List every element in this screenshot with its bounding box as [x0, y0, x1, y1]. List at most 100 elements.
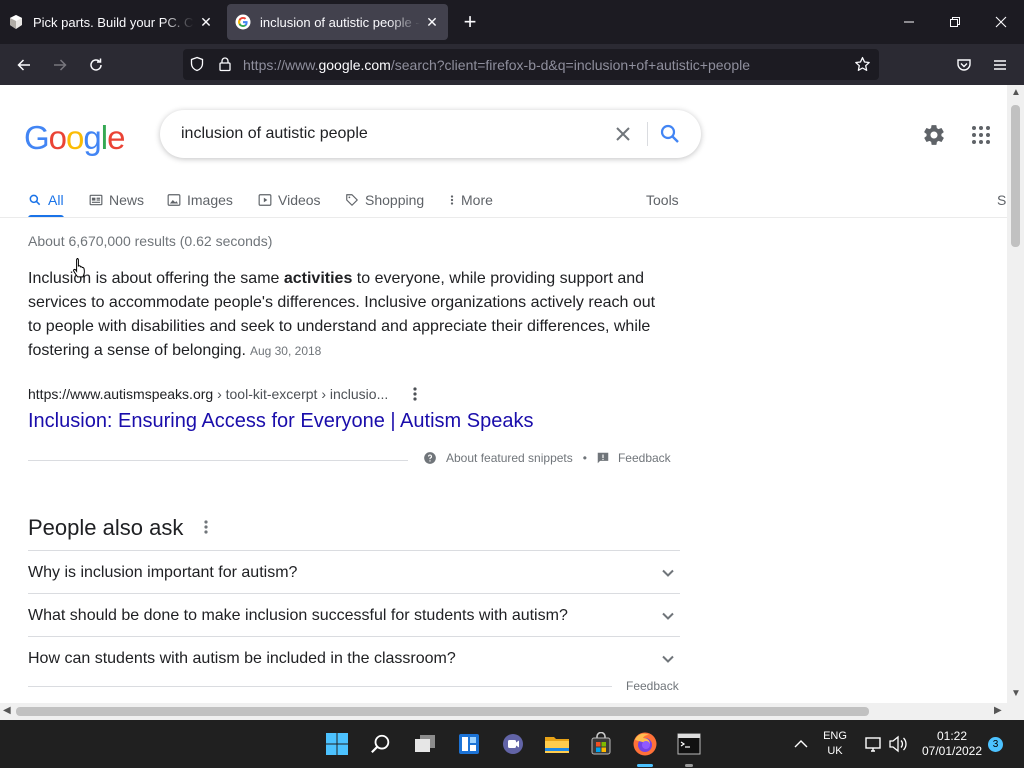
apps-grid-icon[interactable]	[969, 123, 993, 147]
question-text: Why is inclusion important for autism?	[28, 564, 298, 581]
snippet-divider	[28, 460, 408, 461]
tab-news[interactable]: News	[89, 183, 144, 217]
browser-tab-google[interactable]: inclusion of autistic people - Google Se…	[227, 4, 448, 40]
search-box[interactable]: inclusion of autistic people	[160, 110, 701, 158]
back-arrow-icon	[17, 59, 30, 71]
scrollbar-thumb[interactable]	[16, 707, 869, 716]
close-window-button[interactable]	[986, 8, 1016, 36]
scroll-down-icon[interactable]: ▼	[1011, 688, 1021, 699]
scroll-right-icon[interactable]: ▶	[994, 705, 1002, 716]
chat-icon	[503, 734, 523, 754]
new-tab-button[interactable]: +	[458, 10, 482, 34]
minimize-button[interactable]	[894, 8, 924, 36]
cite-path: › tool-kit-excerpt › inclusio...	[213, 386, 389, 402]
file-explorer-button[interactable]	[543, 730, 571, 758]
menu-button[interactable]	[987, 52, 1013, 78]
paa-question[interactable]: What should be done to make inclusion su…	[28, 593, 680, 636]
feedback-link[interactable]: Feedback	[618, 451, 671, 465]
paa-feedback-link[interactable]: Feedback	[626, 679, 679, 693]
speaker-icon	[889, 735, 907, 753]
tab-close-icon[interactable]: ✕	[424, 14, 440, 31]
tab-label: All	[48, 192, 64, 208]
paa-question[interactable]: How can students with autism be included…	[28, 636, 680, 679]
forward-button[interactable]	[47, 52, 73, 78]
search-icon	[29, 194, 41, 206]
show-hidden-icons-button[interactable]	[787, 730, 815, 758]
language-indicator[interactable]: ENG UK	[819, 729, 851, 759]
vertical-scrollbar[interactable]: ▲ ▼	[1007, 85, 1024, 703]
snippet-bold: activities	[283, 270, 353, 287]
forward-arrow-icon	[54, 59, 67, 71]
volume-button[interactable]	[884, 730, 912, 758]
result-citation[interactable]: https://www.autismspeaks.org › tool-kit-…	[28, 386, 388, 402]
image-icon	[167, 194, 181, 206]
tab-close-icon[interactable]: ✕	[198, 14, 214, 31]
tab-images[interactable]: Images	[167, 183, 233, 217]
tools-button[interactable]: Tools	[646, 183, 679, 217]
widgets-icon	[459, 734, 479, 754]
tag-icon	[346, 194, 358, 206]
start-button[interactable]	[323, 730, 351, 758]
store-button[interactable]	[587, 730, 615, 758]
folder-icon	[545, 737, 569, 753]
safesearch-partial[interactable]: S	[997, 183, 1006, 217]
settings-gear-icon[interactable]	[922, 123, 946, 147]
news-icon	[89, 194, 103, 206]
shield-icon[interactable]	[189, 56, 205, 72]
task-view-icon	[415, 735, 435, 752]
result-options-button[interactable]	[407, 386, 423, 402]
safesearch-label: S	[997, 192, 1007, 208]
scroll-up-icon[interactable]: ▲	[1011, 87, 1021, 98]
widgets-button[interactable]	[455, 730, 483, 758]
search-icon[interactable]	[658, 122, 682, 146]
restore-icon	[950, 17, 960, 27]
terminal-taskbar-button[interactable]	[675, 730, 703, 758]
minimize-icon	[904, 21, 914, 23]
clock[interactable]: 01:22 07/01/2022	[914, 729, 990, 759]
paa-options-button[interactable]	[198, 519, 214, 535]
star-bookmark-icon[interactable]	[854, 56, 871, 73]
tab-shopping[interactable]: Shopping	[345, 183, 424, 217]
restore-button[interactable]	[940, 8, 970, 36]
video-icon	[258, 194, 272, 206]
firefox-taskbar-button[interactable]	[631, 730, 659, 758]
pocket-button[interactable]	[951, 52, 977, 78]
tab-all[interactable]: All	[28, 183, 64, 218]
result-title-link[interactable]: Inclusion: Ensuring Access for Everyone …	[28, 410, 533, 433]
clear-search-icon[interactable]	[611, 122, 635, 146]
browser-titlebar: Pick parts. Build your PC. Compare and s…	[0, 0, 1024, 44]
search-icon	[371, 734, 390, 754]
address-bar[interactable]: https://www.google.com/search?client=fir…	[183, 49, 879, 80]
teams-chat-button[interactable]	[499, 730, 527, 758]
help-circle-icon	[424, 452, 436, 464]
browser-tab-pcpartpicker[interactable]: Pick parts. Build your PC. Compare and s…	[0, 4, 222, 40]
google-favicon-icon	[235, 14, 251, 30]
chevron-down-icon	[662, 612, 674, 620]
more-vert-icon	[204, 520, 208, 534]
tab-more[interactable]: More	[449, 183, 493, 217]
scrollbar-thumb[interactable]	[1011, 105, 1020, 247]
tabs-divider	[0, 217, 1007, 218]
tab-videos[interactable]: Videos	[258, 183, 321, 217]
search-input[interactable]: inclusion of autistic people	[181, 125, 368, 143]
tab-title: inclusion of autistic people - Google Se…	[260, 14, 420, 30]
firefox-icon	[633, 732, 657, 756]
paa-question[interactable]: Why is inclusion important for autism?	[28, 550, 680, 593]
task-view-button[interactable]	[411, 730, 439, 758]
lock-icon[interactable]	[217, 56, 233, 72]
cite-domain: https://www.autismspeaks.org	[28, 386, 214, 402]
pocket-icon	[957, 59, 971, 71]
search-results-page: Google inclusion of autistic people All …	[0, 85, 1007, 703]
scroll-left-icon[interactable]: ◀	[3, 705, 11, 716]
google-logo[interactable]: Google	[24, 119, 125, 157]
chevron-up-icon	[794, 740, 808, 748]
browser-navbar: https://www.google.com/search?client=fir…	[0, 44, 1024, 85]
reload-button[interactable]	[83, 52, 109, 78]
question-text: How can students with autism be included…	[28, 650, 456, 667]
taskbar-search-button[interactable]	[367, 730, 395, 758]
chevron-down-icon	[662, 655, 674, 663]
about-featured-snippets-link[interactable]: About featured snippets	[446, 451, 573, 465]
notification-badge[interactable]: 3	[988, 737, 1003, 752]
back-button[interactable]	[11, 52, 37, 78]
horizontal-scrollbar[interactable]: ◀ ▶	[0, 703, 1024, 720]
